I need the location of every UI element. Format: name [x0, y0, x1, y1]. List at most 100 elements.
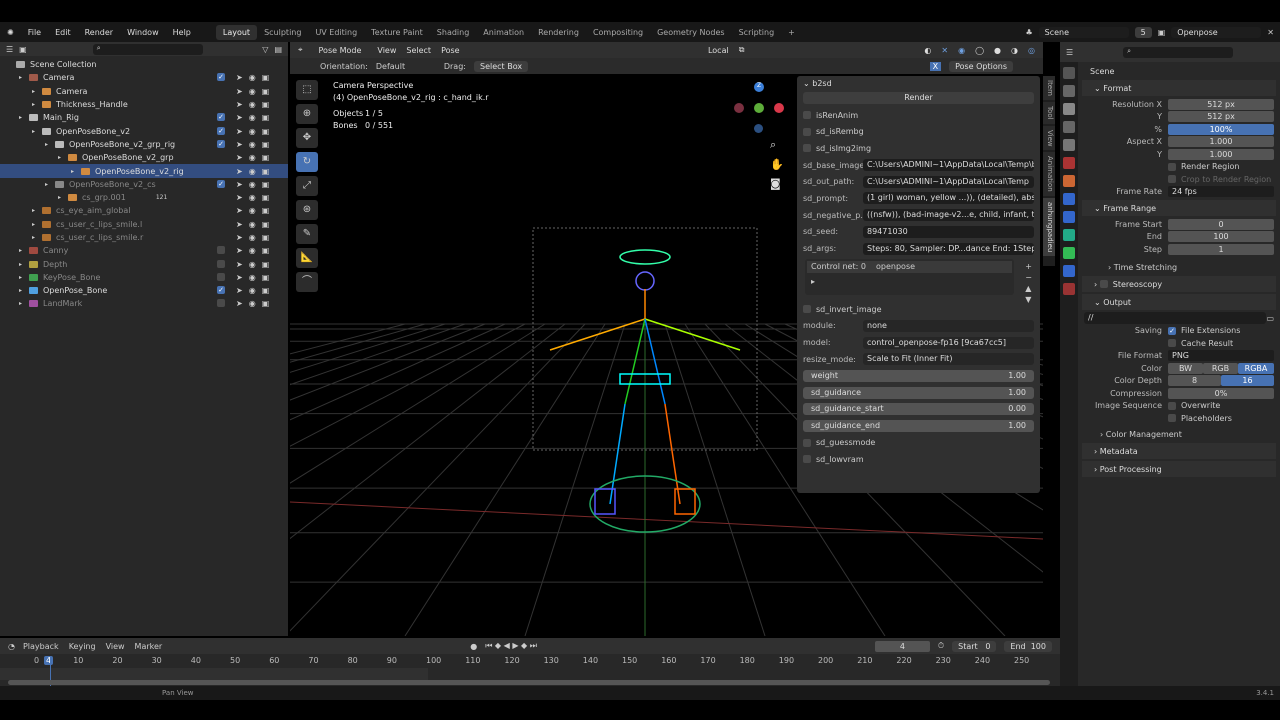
render-camera-icon[interactable]: ▣ [262, 246, 270, 255]
snap-icon[interactable]: ⧉ [739, 45, 745, 55]
sd_guidance-slider[interactable]: sd_guidance 1.00 [803, 386, 1034, 399]
disclosure-icon[interactable]: ▸ [32, 88, 42, 95]
outliner-item[interactable]: Scene Collection [0, 58, 288, 71]
workspace-tab[interactable]: Rendering [531, 25, 586, 40]
property-field[interactable]: 512 px [1168, 111, 1274, 123]
property-field[interactable]: 1.000 [1168, 136, 1274, 148]
view-layer-icon[interactable]: ▣ [1158, 28, 1166, 37]
blender-logo-icon[interactable]: ✺ [0, 28, 21, 37]
move-up-button[interactable]: ▲ [1025, 284, 1032, 293]
workspace-tab[interactable]: Shading [430, 25, 477, 40]
remove-controlnet-button[interactable]: − [1025, 273, 1032, 282]
exclude-checkbox[interactable]: ✓ [217, 139, 225, 148]
transform-pivot[interactable]: Local [708, 46, 729, 55]
cache-result-checkbox[interactable]: Cache Result [1181, 339, 1233, 348]
shading-material-icon[interactable]: ◑ [1011, 46, 1018, 55]
eye-icon[interactable]: ◉ [249, 233, 256, 242]
eye-icon[interactable]: ◉ [249, 273, 256, 282]
render-camera-icon[interactable]: ▣ [262, 127, 270, 136]
color-management-section[interactable]: › Color Management [1078, 429, 1280, 442]
menu-window[interactable]: Window [120, 28, 166, 37]
folder-icon[interactable]: ▭ [1266, 314, 1274, 323]
disclosure-icon[interactable]: ▸ [58, 194, 68, 201]
add-controlnet-button[interactable]: + [1025, 262, 1032, 271]
disclosure-icon[interactable]: ▸ [19, 261, 29, 268]
depth-16[interactable]: 16 [1221, 375, 1274, 387]
view-layer-selector[interactable]: Openpose [1171, 26, 1262, 38]
property-field[interactable]: 512 px [1168, 98, 1274, 110]
invert-checkbox[interactable] [803, 305, 811, 314]
sidebar-tab-view[interactable]: View [1043, 125, 1055, 151]
exclude-checkbox[interactable] [217, 272, 225, 281]
render-camera-icon[interactable]: ▣ [262, 73, 270, 82]
eye-icon[interactable]: ◉ [249, 167, 256, 176]
compression-slider[interactable]: 0% [1168, 387, 1274, 399]
scene-icon[interactable]: ♣ [1025, 28, 1032, 37]
text-input[interactable]: ((nsfw)), (bad-image-v2...e, child, infa… [863, 209, 1034, 222]
start-frame-field[interactable]: Start 0 [952, 640, 997, 652]
time-stretching-section[interactable]: › Time Stretching [1078, 262, 1280, 275]
exclude-checkbox[interactable]: ✓ [217, 73, 225, 82]
select-toggle-icon[interactable]: ➤ [236, 220, 243, 229]
move-down-button[interactable]: ▼ [1025, 295, 1032, 304]
select-toggle-icon[interactable]: ➤ [236, 113, 243, 122]
select-toggle-icon[interactable]: ➤ [236, 73, 243, 82]
rotate-tool[interactable]: ↻ [296, 152, 318, 172]
overwrite-checkbox[interactable]: Overwrite [1181, 401, 1220, 410]
select-toggle-icon[interactable]: ➤ [236, 180, 243, 189]
render-region-checkbox[interactable]: Render Region [1181, 162, 1239, 171]
sd_isRembg-checkbox[interactable] [803, 127, 811, 136]
move-tool[interactable]: ✥ [296, 128, 318, 148]
close-icon[interactable]: ✕ [1267, 28, 1274, 37]
outliner-item[interactable]: ▸ Main_Rig ✓ ➤ ◉ ▣ [0, 111, 288, 124]
render-camera-icon[interactable]: ▣ [262, 220, 270, 229]
render-button[interactable]: Render [803, 92, 1034, 105]
sd_guidance_start-slider[interactable]: sd_guidance_start 0.00 [803, 403, 1034, 416]
checkbox-row[interactable]: sd_lowvram [803, 451, 1034, 468]
constraint-tab-icon[interactable] [1063, 265, 1075, 277]
outliner-item[interactable]: ▸ OpenPoseBone_v2_rig ➤ ◉ ▣ [0, 164, 288, 178]
eye-icon[interactable]: ◉ [249, 100, 256, 109]
property-field[interactable]: 0 [1168, 218, 1274, 230]
select-toggle-icon[interactable]: ➤ [236, 193, 243, 202]
timeline-menu-keying[interactable]: Keying [69, 642, 96, 651]
render-camera-icon[interactable]: ▣ [262, 299, 270, 308]
disclosure-icon[interactable]: ▸ [32, 101, 42, 108]
outliner-item[interactable]: ▸ cs_grp.001 121 ➤ ◉ ▣ [0, 191, 288, 204]
select-toggle-icon[interactable]: ➤ [236, 206, 243, 215]
metadata-section[interactable]: › Metadata [1082, 443, 1276, 459]
playback-controls[interactable]: ⏮ ◆ ◀ ▶ ◆ ⏭ [485, 641, 537, 651]
exclude-checkbox[interactable] [217, 299, 225, 308]
render-camera-icon[interactable]: ▣ [262, 260, 270, 269]
relax-pose-tool[interactable]: ⌒ [296, 272, 318, 292]
select-toggle-icon[interactable]: ➤ [236, 100, 243, 109]
pose-menu[interactable]: Pose [441, 46, 460, 55]
keyframe-icon[interactable]: ● [470, 642, 477, 651]
output-path-input[interactable]: // [1084, 312, 1267, 325]
render-camera-icon[interactable]: ▣ [262, 273, 270, 282]
outliner-item[interactable]: ▸ LandMark ➤ ◉ ▣ [0, 297, 288, 310]
armature-tab-icon[interactable] [1063, 229, 1075, 241]
visibility-icon[interactable]: ◐ [924, 46, 931, 55]
color-rgba[interactable]: RGBA [1238, 362, 1274, 374]
post-processing-section[interactable]: › Post Processing [1082, 461, 1276, 477]
checkbox-row[interactable]: isRenAnim [803, 107, 1034, 124]
workspace-tab[interactable]: Scripting [732, 25, 782, 40]
checkbox-row[interactable]: sd_guessmode [803, 434, 1034, 451]
outliner-item[interactable]: ▸ KeyPose_Bone ➤ ◉ ▣ [0, 271, 288, 284]
dropdown[interactable]: control_openpose-fp16 [9ca67cc5] [863, 336, 1034, 349]
menu-file[interactable]: File [21, 28, 48, 37]
bone-tab-icon[interactable] [1063, 247, 1075, 259]
eye-icon[interactable]: ◉ [249, 193, 256, 202]
filter-view-icon[interactable]: ▣ [19, 45, 27, 54]
render-camera-icon[interactable]: ▣ [262, 286, 270, 295]
render-camera-icon[interactable]: ▣ [262, 167, 270, 176]
eye-icon[interactable]: ◉ [249, 260, 256, 269]
eye-icon[interactable]: ◉ [249, 87, 256, 96]
eye-icon[interactable]: ◉ [249, 153, 256, 162]
menu-render[interactable]: Render [78, 28, 120, 37]
workspace-tab[interactable]: Sculpting [257, 25, 308, 40]
sidebar-tab-anhungpadieu[interactable]: anhungpadieu [1043, 197, 1055, 257]
select-toggle-icon[interactable]: ➤ [236, 286, 243, 295]
select-box-tool[interactable]: ⬚ [296, 80, 318, 100]
